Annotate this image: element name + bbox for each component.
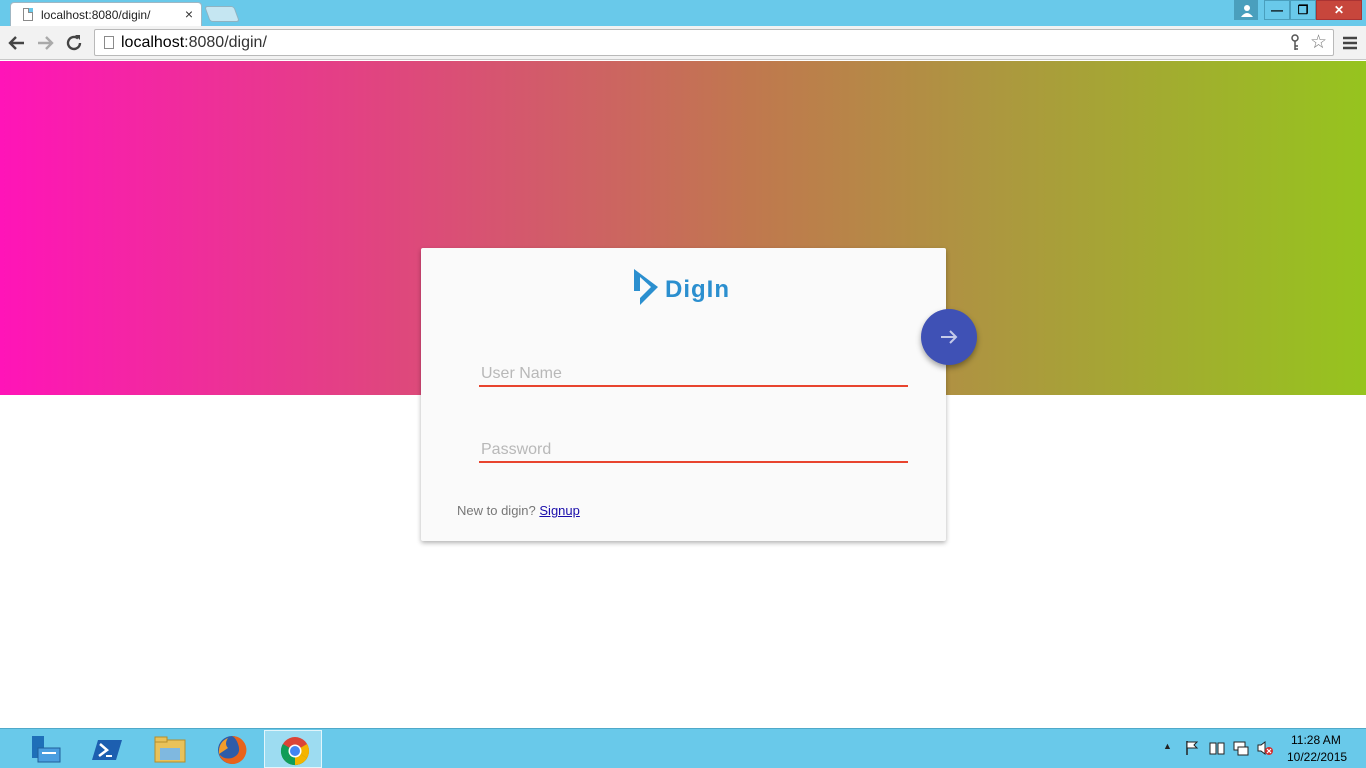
server-manager-icon — [32, 736, 61, 763]
digin-logo-icon — [634, 269, 658, 305]
browser-toolbar: localhost:8080/digin/ ☆ — [0, 26, 1366, 60]
digin-logo: DigIn — [632, 267, 742, 309]
reload-button[interactable] — [63, 32, 85, 54]
firefox-icon — [218, 735, 247, 764]
folder-icon — [154, 736, 186, 763]
key-icon[interactable] — [1289, 34, 1301, 55]
password-field-wrapper — [479, 439, 908, 463]
taskbar-firefox[interactable] — [202, 730, 260, 768]
arrow-left-icon — [8, 36, 24, 50]
logo-text: DigIn — [665, 276, 730, 303]
login-submit-button[interactable] — [921, 309, 977, 365]
show-hidden-icons-arrow[interactable]: ▲ — [1163, 741, 1172, 751]
address-bar[interactable]: localhost:8080/digin/ ☆ — [94, 29, 1334, 56]
clock-time[interactable]: 11:28 AM — [1291, 733, 1341, 747]
windows-taskbar: ▲ 11:28 AM 10/22/2015 — [0, 728, 1366, 768]
new-tab-button[interactable] — [204, 6, 240, 22]
bookmark-star-icon[interactable]: ☆ — [1310, 31, 1327, 54]
page-icon — [104, 36, 114, 49]
speaker-muted-icon[interactable] — [1257, 740, 1273, 756]
taskbar-powershell[interactable] — [78, 730, 136, 768]
browser-tab[interactable]: localhost:8080/digin/ × — [10, 2, 202, 26]
back-button[interactable] — [6, 32, 28, 54]
network-icon[interactable] — [1233, 740, 1249, 756]
close-icon: ✕ — [1333, 3, 1345, 17]
url-text: localhost:8080/digin/ — [121, 34, 267, 51]
tab-title: localhost:8080/digin/ — [41, 8, 151, 22]
taskbar-file-explorer[interactable] — [140, 730, 198, 768]
menu-button[interactable] — [1340, 32, 1360, 54]
login-card: DigIn New to digin? Signup — [421, 248, 946, 541]
hamburger-icon — [1343, 36, 1357, 50]
maximize-button[interactable]: ❐ — [1290, 0, 1316, 20]
arrow-right-icon — [941, 330, 958, 344]
user-icon — [1241, 5, 1253, 17]
chrome-icon — [280, 737, 309, 766]
powershell-icon — [92, 740, 122, 760]
page-icon — [23, 8, 33, 21]
minimize-icon: — — [1271, 3, 1283, 17]
taskbar-server-manager[interactable] — [16, 730, 74, 768]
username-field-wrapper — [479, 363, 908, 387]
password-input[interactable] — [479, 439, 908, 461]
forward-button[interactable] — [34, 32, 56, 54]
page-content: DigIn New to digin? Signup — [0, 61, 1366, 728]
taskbar-chrome[interactable] — [264, 730, 322, 768]
reload-icon — [66, 35, 82, 51]
minimize-button[interactable]: — — [1264, 0, 1290, 20]
username-input[interactable] — [479, 363, 908, 385]
signup-row: New to digin? Signup — [457, 503, 580, 518]
clock-date[interactable]: 10/22/2015 — [1287, 750, 1347, 764]
close-window-button[interactable]: ✕ — [1316, 0, 1362, 20]
user-profile-button[interactable] — [1234, 0, 1258, 20]
browser-title-bar: localhost:8080/digin/ × — ❐ ✕ — [0, 0, 1366, 26]
tab-close-icon[interactable]: × — [185, 6, 193, 22]
restore-icon: ❐ — [1297, 3, 1309, 17]
arrow-right-icon — [38, 36, 54, 50]
signup-prompt: New to digin? — [457, 503, 540, 518]
signup-link[interactable]: Signup — [539, 503, 579, 518]
device-icon[interactable] — [1209, 740, 1225, 756]
action-center-flag-icon[interactable] — [1184, 740, 1200, 756]
